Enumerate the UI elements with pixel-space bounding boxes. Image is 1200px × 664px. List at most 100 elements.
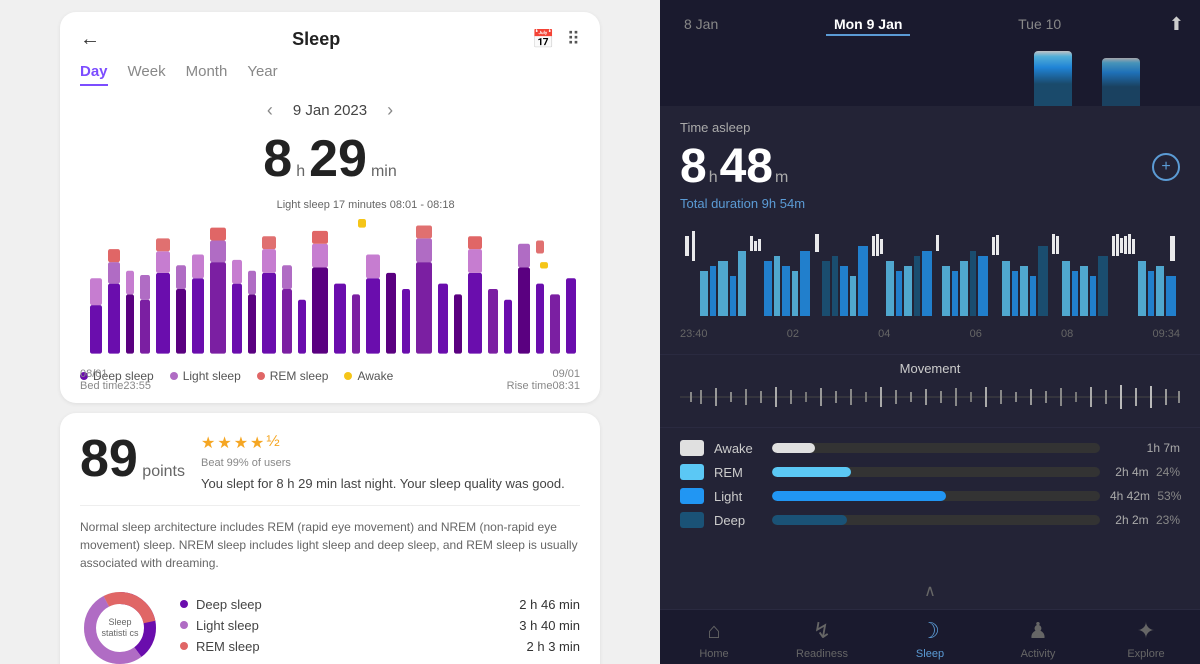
tab-month[interactable]: Month <box>186 63 228 86</box>
chart-times: 23:40 02 04 06 08 09:34 <box>680 326 1180 348</box>
score-top: 89 points ★ ★ ★ ★ ½ Beat 99% of users Yo… <box>80 429 580 493</box>
nav-sleep[interactable]: ☽ Sleep <box>876 618 984 660</box>
date-nav-next[interactable]: Tue 10 <box>1010 12 1069 36</box>
add-button[interactable]: + <box>1152 153 1180 181</box>
light-color <box>680 488 704 504</box>
collapse-button[interactable]: ∧ <box>660 575 1200 609</box>
prev-date-button[interactable]: ‹ <box>267 100 273 121</box>
sleep-info-box: Time asleep 8 h 48 m + Total duration 9h… <box>660 106 1200 221</box>
light-bar-fill <box>772 491 946 501</box>
right-date-nav: 8 Jan Mon 9 Jan Tue 10 ⬆ <box>660 0 1200 36</box>
time-asleep-minutes: 48 <box>720 139 773 194</box>
tab-year[interactable]: Year <box>247 63 277 86</box>
score-body-text: Normal sleep architecture includes REM (… <box>80 505 580 572</box>
chart-time-3: 04 <box>878 328 890 340</box>
date-nav-current[interactable]: Mon 9 Jan <box>826 12 910 36</box>
nav-explore[interactable]: ✦ Explore <box>1092 618 1200 660</box>
tab-week[interactable]: Week <box>128 63 166 86</box>
chart-time-4: 06 <box>970 328 982 340</box>
stat-deep-dot <box>180 600 188 608</box>
star-2: ★ <box>217 433 231 453</box>
minutes-unit: min <box>371 163 397 181</box>
nav-home[interactable]: ⌂ Home <box>660 618 768 660</box>
nav-readiness[interactable]: ↯ Readiness <box>768 618 876 660</box>
chart-footer-left: 08/01 Bed time23:55 <box>80 368 151 392</box>
stat-rem: REM sleep 2 h 3 min <box>180 639 580 654</box>
donut-label: Sleep statisti cs <box>100 617 140 639</box>
score-card: 89 points ★ ★ ★ ★ ½ Beat 99% of users Yo… <box>60 413 600 664</box>
stat-deep-value: 2 h 46 min <box>519 597 580 612</box>
deep-value: 2h 2m 23% <box>1110 513 1180 527</box>
nav-activity-label: Activity <box>1021 648 1056 660</box>
time-asleep-value: 8 h 48 m <box>680 139 788 194</box>
left-panel: ← Sleep 📅 ⠿ Day Week Month Year ‹ 9 Jan … <box>0 0 660 664</box>
right-chart-svg <box>680 231 1180 321</box>
bed-time-label: Bed time23:55 <box>80 380 151 392</box>
score-description: You slept for 8 h 29 min last night. You… <box>201 475 580 493</box>
chart-time-2: 02 <box>787 328 799 340</box>
rem-bar-fill <box>772 467 851 477</box>
stat-deep-name: Deep sleep <box>196 597 511 612</box>
score-number: 89 <box>80 430 138 488</box>
date-nav-prev[interactable]: 8 Jan <box>676 12 726 36</box>
more-icon[interactable]: ⠿ <box>567 29 580 50</box>
chevron-up-icon: ∧ <box>924 581 936 601</box>
star-3: ★ <box>234 433 248 453</box>
rem-value: 2h 4m 24% <box>1110 465 1180 479</box>
total-duration: Total duration 9h 54m <box>680 196 1180 211</box>
tab-day[interactable]: Day <box>80 63 108 86</box>
back-button[interactable]: ← <box>80 28 100 51</box>
stat-light-value: 3 h 40 min <box>519 618 580 633</box>
stats-row: Sleep statisti cs Deep sleep 2 h 46 min … <box>80 588 580 664</box>
calendar-icon[interactable]: 📅 <box>532 29 554 50</box>
sleep-card: ← Sleep 📅 ⠿ Day Week Month Year ‹ 9 Jan … <box>60 12 600 403</box>
chart-time-1: 23:40 <box>680 328 708 340</box>
explore-icon: ✦ <box>1137 618 1155 644</box>
home-icon: ⌂ <box>707 618 720 644</box>
readiness-icon: ↯ <box>813 618 831 644</box>
rem-bar <box>772 467 1100 477</box>
nav-home-label: Home <box>699 648 728 660</box>
deep-name: Deep <box>714 513 762 528</box>
rem-name: REM <box>714 465 762 480</box>
light-bar <box>772 491 1100 501</box>
movement-svg <box>680 382 1180 412</box>
next-date-button[interactable]: › <box>387 100 393 121</box>
duration-minutes: 29 <box>309 129 367 189</box>
nav-explore-label: Explore <box>1127 648 1164 660</box>
stat-rem-dot <box>180 642 188 650</box>
rise-time-label: Rise time08:31 <box>507 380 580 392</box>
awake-name: Awake <box>714 441 762 456</box>
awake-value: 1h 7m <box>1110 441 1180 455</box>
stat-light: Light sleep 3 h 40 min <box>180 618 580 633</box>
header-row: ← Sleep 📅 ⠿ <box>80 28 580 51</box>
date-nav: ‹ 9 Jan 2023 › <box>80 100 580 121</box>
activity-icon: ♟ <box>1028 618 1048 644</box>
stat-light-dot <box>180 621 188 629</box>
light-value: 4h 42m 53% <box>1110 489 1180 503</box>
share-button[interactable]: ⬆ <box>1169 14 1184 35</box>
time-asleep-hours: 8 <box>680 139 707 194</box>
time-asleep-label: Time asleep <box>680 120 1180 135</box>
awake-bar <box>772 443 1100 453</box>
nav-activity[interactable]: ♟ Activity <box>984 618 1092 660</box>
stat-deep: Deep sleep 2 h 46 min <box>180 597 580 612</box>
stat-rem-value: 2 h 3 min <box>527 639 580 654</box>
movement-section: Movement <box>660 354 1200 427</box>
right-sleep-chart: 23:40 02 04 06 08 09:34 <box>660 221 1200 354</box>
star-1: ★ <box>201 433 215 453</box>
awake-color <box>680 440 704 456</box>
right-panel: 8 Jan Mon 9 Jan Tue 10 ⬆ Time asleep 8 h… <box>660 0 1200 664</box>
preview-bar-2 <box>1102 58 1140 106</box>
nav-readiness-label: Readiness <box>796 648 848 660</box>
page-title: Sleep <box>292 29 340 50</box>
stat-rem-name: REM sleep <box>196 639 519 654</box>
preview-bars <box>660 36 1200 106</box>
score-number-block: 89 points <box>80 429 185 493</box>
star-5-half: ½ <box>266 433 279 453</box>
chart-footer: 08/01 Bed time23:55 09/01 Rise time08:31 <box>80 368 580 392</box>
deep-color <box>680 512 704 528</box>
nav-sleep-label: Sleep <box>916 648 944 660</box>
breakdown-rem: REM 2h 4m 24% <box>680 464 1180 480</box>
chart-tooltip: Light sleep 17 minutes 08:01 - 08:18 <box>277 199 455 211</box>
